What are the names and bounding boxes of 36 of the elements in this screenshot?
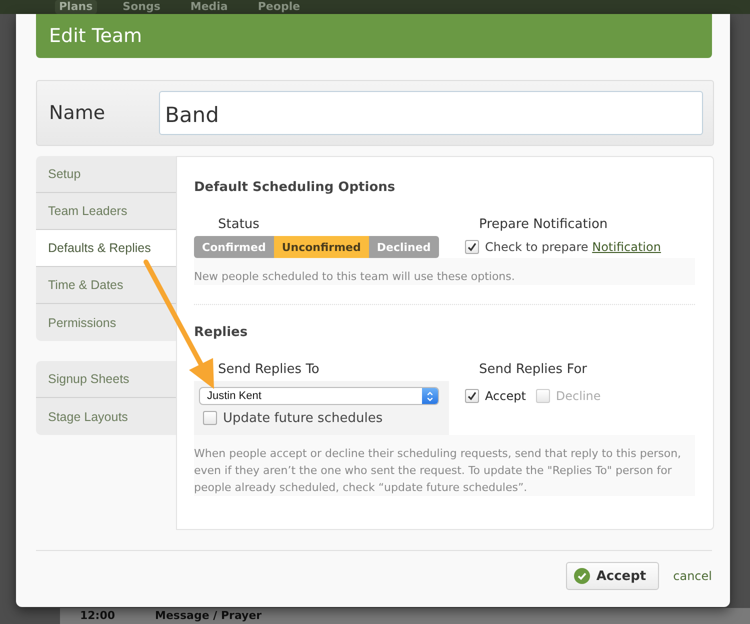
checkbox[interactable] (465, 240, 479, 254)
status-option[interactable]: Confirmed (194, 236, 274, 258)
accept-button[interactable]: Accept (566, 562, 660, 590)
notification-link[interactable]: Notification (592, 240, 661, 254)
section-heading: Replies (194, 325, 249, 340)
status-option[interactable]: Declined (368, 236, 439, 258)
person-dropdown[interactable]: Justin Kent (199, 387, 439, 405)
section-heading: Default Scheduling Options (194, 180, 396, 195)
stepper-icon (422, 388, 438, 404)
field-label: Prepare Notification (479, 217, 608, 232)
nav-tab[interactable]: Plans (55, 0, 97, 14)
check-circle-icon (574, 568, 590, 584)
item-title: Message / Prayer (155, 608, 262, 624)
nav-tab[interactable]: People (254, 0, 304, 14)
hint-text: New people scheduled to this team will use these options. (194, 258, 695, 285)
checkbox-label: Decline (556, 389, 601, 403)
dialog-title: Edit Team (49, 25, 142, 47)
field-label: Send Replies To (218, 362, 320, 377)
nav-tab[interactable]: Songs (118, 0, 164, 14)
checkbox[interactable] (203, 411, 217, 425)
field-label: Name (49, 102, 106, 124)
sidebar-item[interactable]: Defaults & Replies (36, 230, 176, 267)
checkbox-label: Update future schedules (223, 410, 383, 426)
checkbox-label: Check to prepare Notification (485, 240, 661, 254)
checkbox[interactable] (465, 389, 479, 403)
field-label: Send Replies For (479, 362, 588, 377)
sidebar-item[interactable]: Stage Layouts (36, 398, 176, 435)
name-field[interactable]: Band (159, 91, 703, 135)
status-option[interactable]: Unconfirmed (274, 236, 369, 258)
time-text: 12:00 (80, 608, 116, 624)
cancel-link[interactable]: cancel (673, 569, 712, 583)
checkbox-label: Accept (485, 389, 526, 403)
sidebar-item[interactable]: Permissions (36, 304, 176, 341)
hint-text: When people accept or decline their scheduling requests, send that reply to this person, even if they aren’t the one who sent the request. To update the "Replies To" person for people already scheduled, check “update future schedules”. (194, 435, 695, 496)
field-label: Status (218, 217, 260, 232)
nav-tab[interactable]: Media (186, 0, 232, 14)
